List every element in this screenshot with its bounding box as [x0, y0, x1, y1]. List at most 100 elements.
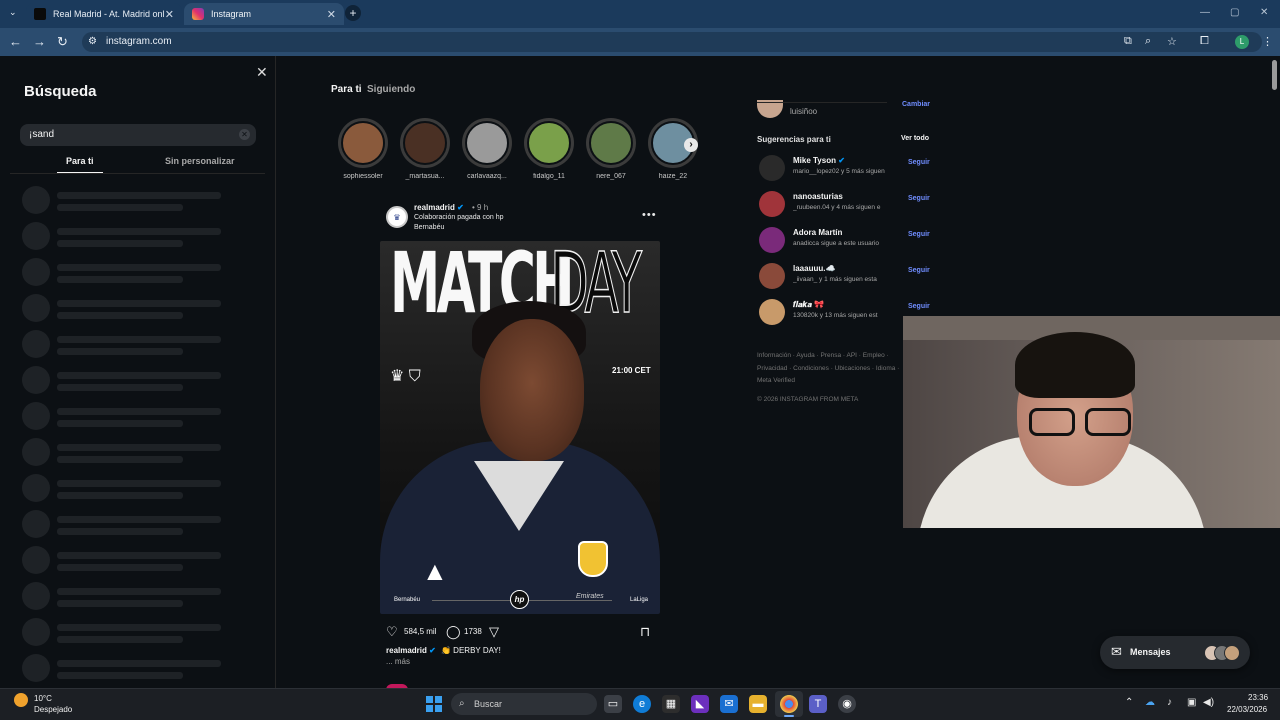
page-scrollbar[interactable]	[1272, 60, 1277, 90]
story-item[interactable]: fidalgo_11	[524, 118, 574, 180]
close-icon[interactable]: ✕	[256, 64, 268, 81]
search-input[interactable]: ¡sand	[20, 124, 256, 146]
post-paid-partnership[interactable]: Colaboración pagada con hp	[414, 214, 504, 221]
story-username: nere_067	[596, 173, 626, 180]
story-item[interactable]: sophiessoler	[338, 118, 388, 180]
post-location[interactable]: Bernabéu	[414, 224, 444, 231]
follow-button[interactable]: Seguir	[908, 159, 930, 166]
suggestion-name[interactable]: Adora Martín	[793, 228, 842, 237]
weather-moon-icon[interactable]	[14, 693, 28, 707]
story-item[interactable]: carlavaazq...	[462, 118, 512, 180]
suggestion-mutuals: _ruubeen.04 y 4 más siguen e	[793, 204, 881, 211]
clock-date[interactable]: 22/03/2026	[1227, 705, 1267, 714]
chrome-icon[interactable]	[780, 695, 798, 713]
my-profile-name[interactable]: luisiñoo	[790, 107, 817, 116]
weather-temperature[interactable]: 10°C	[34, 694, 52, 703]
messages-button[interactable]: ✉ Mensajes	[1100, 636, 1250, 669]
back-icon[interactable]: ←	[9, 34, 22, 49]
suggestion-avatar[interactable]	[759, 191, 785, 217]
browser-tab-instagram[interactable]: Instagram ✕	[184, 3, 344, 25]
suggestion-mutuals: mario__lopez02 y 5 más siguen	[793, 168, 885, 175]
maximize-icon[interactable]: ▢	[1230, 7, 1239, 18]
volume-icon[interactable]: ◀)	[1203, 697, 1214, 708]
install-app-icon[interactable]: ⧉	[1124, 35, 1132, 48]
footer-links[interactable]: Información · Ayuda · Prensa · API · Emp…	[757, 350, 907, 388]
feed-tab-siguiendo[interactable]: Siguiendo	[367, 84, 415, 95]
share-icon[interactable]: ▽	[489, 624, 499, 640]
search-icon: ⌕	[459, 698, 465, 709]
follow-button[interactable]: Seguir	[908, 303, 930, 310]
suggestion-avatar[interactable]	[759, 299, 785, 325]
close-window-icon[interactable]: ✕	[1260, 7, 1268, 18]
suggestion-row[interactable]: Mike Tyson ✔ mario__lopez02 y 5 más sigue…	[757, 154, 930, 182]
switch-account-link[interactable]: Cambiar	[902, 101, 930, 108]
address-bar[interactable]: ⚙ instagram.com	[82, 32, 1262, 52]
clock-time[interactable]: 23:36	[1248, 693, 1268, 702]
teams-icon[interactable]: T	[809, 695, 827, 713]
zoom-icon[interactable]: ⌕	[1145, 35, 1151, 48]
like-heart-icon[interactable]: ♡	[386, 624, 398, 640]
suggestion-avatar[interactable]	[759, 155, 785, 181]
loading-result-row	[22, 474, 252, 502]
suggestion-row[interactable]: Adora Martín anadicca sigue a este usuari…	[757, 226, 930, 254]
suggestion-name[interactable]: laaauuu.☁️	[793, 264, 835, 273]
post-author-avatar[interactable]: ♛	[386, 206, 408, 228]
suggestion-name[interactable]: nanoasturias	[793, 192, 843, 201]
follow-button[interactable]: Seguir	[908, 267, 930, 274]
browser-menu-icon[interactable]: ⋮	[1262, 35, 1273, 48]
weather-description[interactable]: Despejado	[34, 705, 72, 714]
bookmark-star-icon[interactable]: ☆	[1167, 35, 1177, 48]
store-icon[interactable]: ▦	[662, 695, 680, 713]
story-item[interactable]: _martasua...	[400, 118, 450, 180]
outlook-icon[interactable]: ✉	[720, 695, 738, 713]
obs-icon[interactable]: ◉	[838, 695, 856, 713]
follow-button[interactable]: Seguir	[908, 195, 930, 202]
follow-button[interactable]: Seguir	[908, 231, 930, 238]
close-tab-icon[interactable]: ✕	[165, 8, 174, 21]
microphone-icon[interactable]: ♪	[1167, 697, 1172, 708]
post-image[interactable]: MATCH DAY 21:00 CET ♛ ⛉ ▲ Emirates Berna…	[380, 241, 660, 614]
visual-studio-icon[interactable]: ◣	[691, 695, 709, 713]
taskbar-search[interactable]: ⌕ Buscar	[451, 693, 597, 715]
tab-sin-personalizar[interactable]: Sin personalizar	[165, 156, 235, 166]
story-ring	[462, 118, 512, 168]
file-explorer-icon[interactable]: ▬	[749, 695, 767, 713]
start-windows-icon[interactable]	[426, 696, 442, 712]
browser-tab-realmadrid[interactable]: Real Madrid - At. Madrid online ✕	[26, 3, 182, 25]
post-options-icon[interactable]: •••	[642, 209, 657, 221]
reload-icon[interactable]: ↻	[57, 34, 68, 50]
comments-count[interactable]: 1738	[464, 627, 482, 636]
save-bookmark-icon[interactable]: ⊓	[640, 624, 650, 640]
likes-count[interactable]: 584,5 mil	[404, 627, 436, 636]
minimize-icon[interactable]: —	[1200, 7, 1210, 18]
suggestion-name[interactable]: Mike Tyson ✔	[793, 156, 845, 165]
post-username[interactable]: realmadrid ✔	[414, 203, 464, 212]
see-all-link[interactable]: Ver todo	[901, 135, 929, 142]
suggestion-avatar[interactable]	[759, 227, 785, 253]
clear-search-icon[interactable]: ✕	[239, 129, 250, 140]
site-info-icon[interactable]: ⚙	[88, 32, 97, 52]
stories-next-icon[interactable]: ›	[684, 138, 698, 152]
edge-icon[interactable]: e	[633, 695, 651, 713]
suggestion-row[interactable]: 𝒇𝒍𝒂𝒌𝒂 🎀 130820k y 13 más siguen est Seguir	[757, 298, 930, 326]
caption-more-link[interactable]: ... más	[386, 657, 410, 666]
onedrive-icon[interactable]: ☁	[1145, 697, 1155, 708]
tab-para-ti[interactable]: Para ti	[66, 156, 94, 166]
comment-icon[interactable]: ◯	[446, 624, 461, 640]
story-item[interactable]: nere_067	[586, 118, 636, 180]
suggestion-row[interactable]: nanoasturias _ruubeen.04 y 4 más siguen e…	[757, 190, 930, 218]
new-tab-button[interactable]: +	[345, 5, 361, 21]
task-view-icon[interactable]: ▭	[604, 695, 622, 713]
caption-username[interactable]: realmadrid ✔	[386, 646, 436, 655]
suggestion-row[interactable]: laaauuu.☁️ _iivaan_ y 1 más siguen esta Se…	[757, 262, 930, 290]
suggestion-name[interactable]: 𝒇𝒍𝒂𝒌𝒂 🎀	[793, 300, 824, 310]
suggestion-avatar[interactable]	[759, 263, 785, 289]
profile-avatar[interactable]: L	[1235, 35, 1249, 49]
close-tab-icon[interactable]: ✕	[327, 8, 336, 21]
extensions-icon[interactable]: ⧠	[1200, 35, 1209, 48]
forward-icon[interactable]: →	[33, 34, 46, 49]
tab-search-chevron-icon[interactable]: ⌄	[9, 7, 17, 18]
show-hidden-icons-icon[interactable]: ⌃	[1125, 697, 1133, 708]
feed-tab-para-ti[interactable]: Para ti	[331, 84, 362, 95]
network-icon[interactable]: ▣	[1187, 697, 1196, 708]
